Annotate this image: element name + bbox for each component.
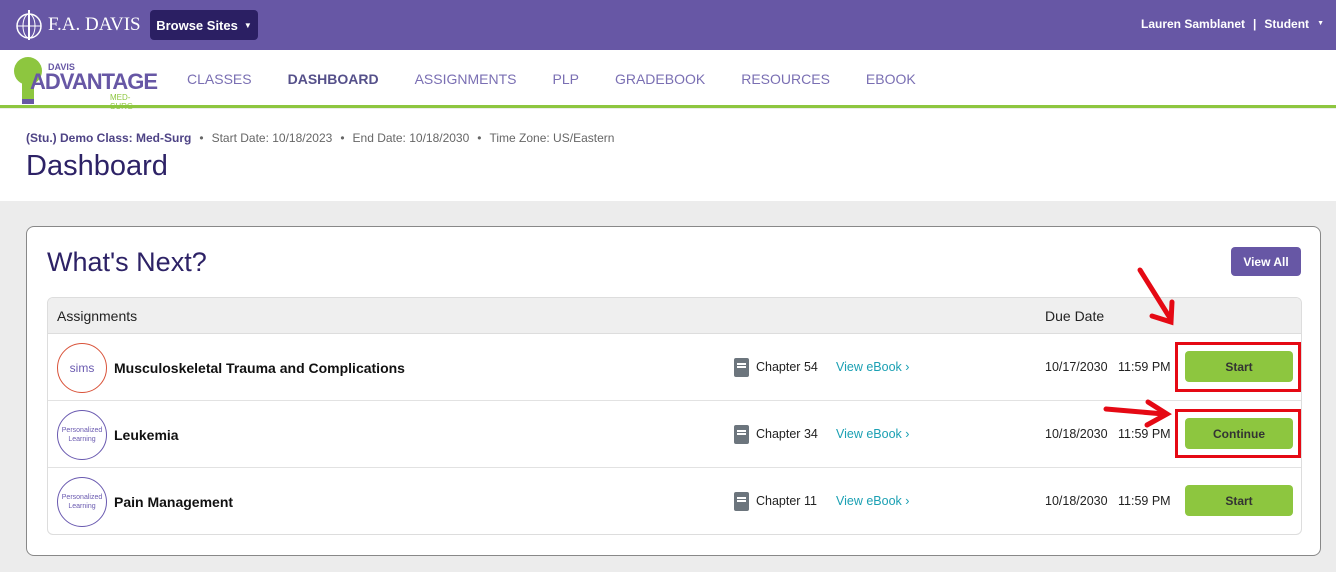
fa-davis-logo[interactable]: F.A. DAVIS [14, 8, 141, 42]
brand-name: F.A. DAVIS [48, 14, 141, 35]
book-icon [734, 492, 749, 511]
card-title: What's Next? [47, 247, 207, 277]
page-title: Dashboard [26, 150, 168, 182]
caret-down-icon: ▼ [243, 20, 252, 30]
time-zone: Time Zone: US/Eastern [489, 131, 615, 145]
assignment-title[interactable]: Musculoskeletal Trauma and Complications [114, 360, 405, 376]
user-role: Student [1264, 17, 1310, 31]
nav-resources[interactable]: RESOURCES [741, 71, 830, 87]
due-time: 11:59 PM [1118, 494, 1171, 508]
table-header: Assignments Due Date [48, 298, 1301, 334]
logo-advantage: ADVANTAGE [30, 69, 158, 94]
due-date: 10/18/2030 [1045, 427, 1108, 441]
personalized-learning-badge-icon: Personalized Learning [57, 477, 107, 527]
book-icon [734, 425, 749, 444]
nav-gradebook[interactable]: GRADEBOOK [615, 71, 705, 87]
browse-sites-label: Browse Sites [156, 17, 238, 33]
book-icon [734, 358, 749, 377]
chapter: Chapter 54 [756, 360, 818, 374]
chapter: Chapter 11 [756, 494, 817, 508]
browse-sites-button[interactable]: Browse Sites ▼ [150, 10, 258, 40]
main-nav: DAVIS ADVANTAGE MED-SURG CLASSES DASHBOA… [0, 50, 1336, 111]
view-all-button[interactable]: View All [1231, 247, 1301, 276]
globe-caduceus-icon [16, 10, 42, 40]
page-header: (Stu.) Demo Class: Med-Surg • Start Date… [0, 109, 1336, 201]
nav-assignments[interactable]: ASSIGNMENTS [415, 71, 517, 87]
assignment-title[interactable]: Pain Management [114, 494, 233, 510]
view-ebook-link[interactable]: View eBook › [836, 360, 909, 374]
due-date: 10/18/2030 [1045, 494, 1108, 508]
table-row: Personalized Learning Pain Management Ch… [48, 468, 1301, 534]
start-date: Start Date: 10/18/2023 [211, 131, 333, 145]
start-button[interactable]: Start [1185, 485, 1293, 516]
view-ebook-link[interactable]: View eBook › [836, 427, 909, 441]
separator: | [1253, 17, 1257, 31]
nav-plp[interactable]: PLP [553, 71, 579, 87]
end-date: End Date: 10/18/2030 [352, 131, 470, 145]
class-meta: (Stu.) Demo Class: Med-Surg • Start Date… [26, 131, 614, 145]
bullet: • [199, 131, 204, 145]
top-bar: F.A. DAVIS Browse Sites ▼ Lauren Samblane… [0, 0, 1336, 50]
whats-next-card: What's Next? View All Assignments Due Da… [26, 226, 1321, 556]
nav-dashboard[interactable]: DASHBOARD [288, 71, 379, 87]
due-time: 11:59 PM [1118, 360, 1171, 374]
annotation-box [1175, 342, 1301, 392]
sims-badge-icon: sims [57, 343, 107, 393]
annotation-box [1175, 409, 1301, 458]
bullet: • [340, 131, 345, 145]
table-row: Personalized Learning Leukemia Chapter 3… [48, 401, 1301, 468]
caret-down-icon: ▼ [1317, 20, 1324, 27]
personalized-learning-badge-icon: Personalized Learning [57, 410, 107, 460]
assignment-title[interactable]: Leukemia [114, 427, 179, 443]
user-name: Lauren Samblanet [1141, 17, 1246, 31]
davis-advantage-logo[interactable]: DAVIS ADVANTAGE MED-SURG [12, 55, 158, 111]
col-assignments: Assignments [57, 308, 138, 324]
assignments-table: Assignments Due Date sims Musculoskeleta… [47, 297, 1302, 535]
bullet: • [477, 131, 482, 145]
chapter: Chapter 34 [756, 427, 818, 441]
class-name: (Stu.) Demo Class: Med-Surg [26, 131, 192, 145]
user-menu[interactable]: Lauren Samblanet | Student ▼ [1141, 17, 1324, 31]
view-ebook-link[interactable]: View eBook › [836, 494, 909, 508]
nav-classes[interactable]: CLASSES [187, 71, 252, 87]
nav-ebook[interactable]: EBOOK [866, 71, 916, 87]
due-time: 11:59 PM [1118, 427, 1171, 441]
table-row: sims Musculoskeletal Trauma and Complica… [48, 334, 1301, 401]
col-due-date: Due Date [1045, 308, 1105, 324]
due-date: 10/17/2030 [1045, 360, 1108, 374]
